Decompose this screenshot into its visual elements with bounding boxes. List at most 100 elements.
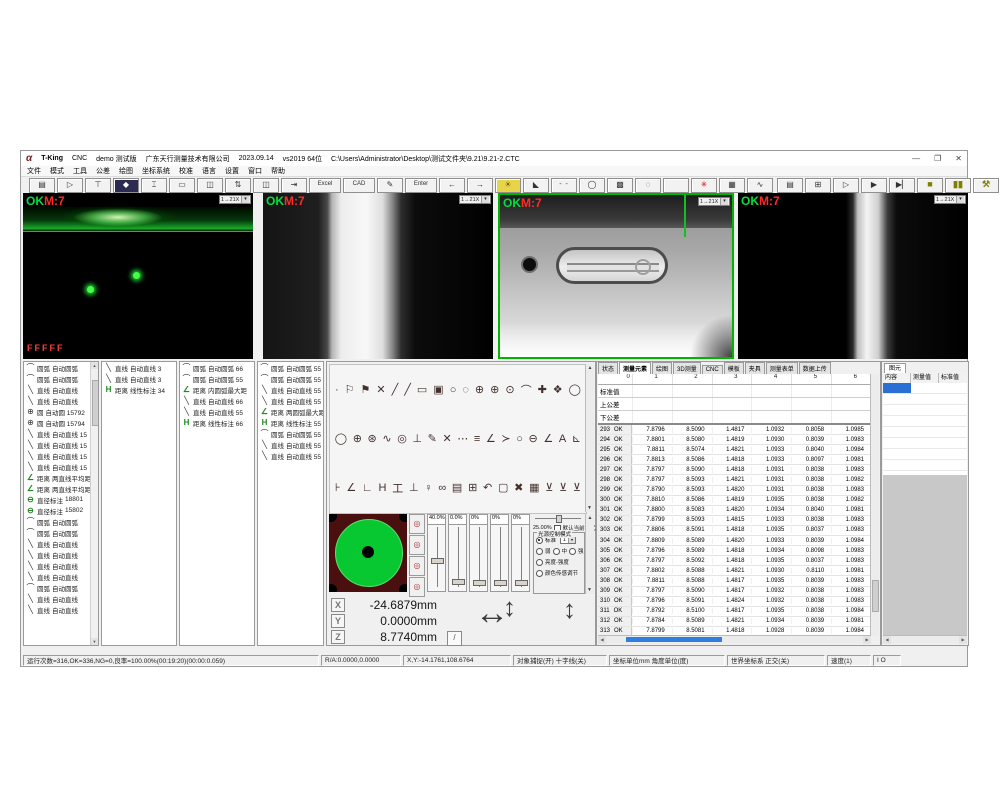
list-item[interactable]: ╲直线自动直线 <box>24 571 98 582</box>
slider-thumb[interactable] <box>515 580 528 586</box>
table-horizontal-scrollbar[interactable]: ◀ ▶ <box>598 635 871 644</box>
menu-item-4[interactable]: 绘图 <box>119 166 133 176</box>
list-item[interactable]: ╲直线自动直线 66 <box>180 395 254 406</box>
palette-tool-0-0[interactable]: · <box>335 384 339 396</box>
element-row[interactable] <box>883 438 967 449</box>
table-row[interactable]: 303OK7.88068.50911.48181.09350.80371.098… <box>598 526 871 536</box>
menu-item-9[interactable]: 窗口 <box>248 166 262 176</box>
table-row[interactable]: 300OK7.88108.50861.48191.09350.80381.098… <box>598 496 871 506</box>
slider-thumb[interactable] <box>431 558 444 564</box>
palette-tool-2-7[interactable]: ∞ <box>438 482 446 494</box>
list-item[interactable]: ╲直线自动直线 55 <box>180 406 254 417</box>
light-slider-1[interactable]: 0.0% <box>448 514 467 592</box>
palette-tool-1-8[interactable]: ⋯ <box>457 432 468 445</box>
camera4-zoom-select[interactable]: 1→21X▾ <box>934 195 966 204</box>
list-item[interactable]: ╲直线自动直线 15 <box>24 428 98 439</box>
palette-tool-0-12[interactable]: ⊙ <box>505 383 514 396</box>
menu-item-2[interactable]: 工具 <box>73 166 87 176</box>
palette-tool-2-6[interactable]: ♀ <box>424 482 432 494</box>
palette-tool-2-13[interactable]: ▦ <box>529 481 539 494</box>
list-scrollbar[interactable]: ▲▼ <box>90 362 98 645</box>
palette-tool-1-1[interactable]: ⊕ <box>353 432 362 445</box>
toolbar-lightbulb-button[interactable]: ☀ <box>495 178 521 193</box>
palette-tool-1-11[interactable]: ≻ <box>501 432 510 445</box>
scroll-right-icon[interactable]: ▶ <box>959 636 967 644</box>
palette-tool-2-14[interactable]: ⊻ <box>545 481 553 494</box>
radio-brightness[interactable] <box>536 559 543 566</box>
element-row[interactable] <box>883 449 967 460</box>
chevron-down-icon[interactable]: ▾ <box>481 196 489 203</box>
toolbar-tool-c-button[interactable]: ◫ <box>253 178 279 193</box>
menu-item-8[interactable]: 设置 <box>225 166 239 176</box>
toolbar-probe-button[interactable]: ◆ <box>113 178 139 193</box>
table-row[interactable]: 311OK7.87928.51001.48171.09350.80381.098… <box>598 607 871 617</box>
light-slider-4[interactable]: 0% <box>511 514 530 592</box>
list-item[interactable]: ∠距离两圆弧最大距 <box>258 406 323 417</box>
table-tab-6[interactable]: 夹具 <box>745 362 765 374</box>
list-item[interactable]: ╲直线自动直线 55 <box>258 384 323 395</box>
palette-tool-1-10[interactable]: ∠ <box>486 432 496 445</box>
palette-tool-1-4[interactable]: ◎ <box>397 432 407 445</box>
palette-tool-2-0[interactable]: ⊦ <box>335 481 341 494</box>
maximize-button[interactable]: ❐ <box>934 154 941 163</box>
toolbar-chart-button[interactable]: ∿ <box>747 178 773 193</box>
palette-tool-2-3[interactable]: Η <box>379 482 387 494</box>
list-item[interactable]: ⊖直径标注15802 <box>24 505 98 516</box>
chevron-down-icon[interactable]: ▾ <box>241 196 249 203</box>
list-item[interactable]: ⊕圆自动圆 15794 <box>24 417 98 428</box>
list-item[interactable]: Η距离线性标注 55 <box>258 417 323 428</box>
toolbar-dither-button[interactable]: ▩ <box>607 178 633 193</box>
table-row[interactable]: 294OK7.88018.50801.48191.09300.80391.098… <box>598 435 871 445</box>
list-item[interactable]: ⌒圆弧自动圆弧 <box>24 373 98 384</box>
slider-thumb[interactable] <box>494 580 507 586</box>
scroll-right-icon[interactable]: ▶ <box>863 636 871 644</box>
palette-tool-2-2[interactable]: ∟ <box>362 482 373 494</box>
camera1-zoom-select[interactable]: 1→21X▾ <box>219 195 251 204</box>
list-item[interactable]: ⌒圆弧自动圆弧 55 <box>180 373 254 384</box>
toolbar-star-button[interactable]: ✳ <box>691 178 717 193</box>
chevron-down-icon[interactable]: ▾ <box>956 196 964 203</box>
palette-tool-2-9[interactable]: ⊞ <box>468 481 477 494</box>
list-item[interactable]: ⊕圆自动圆 15792 <box>24 406 98 417</box>
menu-item-6[interactable]: 校准 <box>179 166 193 176</box>
table-tab-3[interactable]: 3D测量 <box>673 362 701 374</box>
palette-tool-0-11[interactable]: ⊕ <box>490 383 499 396</box>
list-item[interactable]: ╲直线自动直线 <box>24 538 98 549</box>
list-item[interactable]: ╲直线自动直线 3 <box>102 362 176 373</box>
scroll-left-icon[interactable]: ◀ <box>883 636 891 644</box>
radio-strong[interactable] <box>569 548 576 555</box>
palette-tool-2-4[interactable]: 工 <box>392 480 403 496</box>
toolbar-blank-button[interactable] <box>663 178 689 193</box>
table-row[interactable]: 299OK7.87908.50931.48201.09310.80381.098… <box>598 486 871 496</box>
menu-item-0[interactable]: 文件 <box>27 166 41 176</box>
toolbar-magnifier-button[interactable]: ◯ <box>579 178 605 193</box>
toolbar-move-button[interactable]: ⇥ <box>281 178 307 193</box>
table-vertical-scrollbar[interactable] <box>870 374 879 636</box>
toolbar-edge-button[interactable]: ⌶ <box>141 178 167 193</box>
toolbar-folder-button[interactable]: ▷ <box>833 178 859 193</box>
toolbar-tsquare-button[interactable]: ⊤ <box>85 178 111 193</box>
radio-weak[interactable] <box>536 548 543 555</box>
palette-tool-1-14[interactable]: ∠ <box>543 432 553 445</box>
palette-tool-0-7[interactable]: ▣ <box>433 383 443 396</box>
table-row[interactable]: 307OK7.88028.50881.48211.09300.81101.098… <box>598 566 871 576</box>
light-slider-3[interactable]: 0% <box>490 514 509 592</box>
list-item[interactable]: ╲直线自动直线 <box>24 549 98 560</box>
list-item[interactable]: ⊖直径标注18801 <box>24 494 98 505</box>
element-row[interactable] <box>883 416 967 427</box>
palette-tool-1-6[interactable]: ✎ <box>428 432 437 445</box>
ring-segment-button-1[interactable]: ◎ <box>409 514 425 534</box>
palette-tool-1-2[interactable]: ⊛ <box>368 432 377 445</box>
table-row[interactable]: 293OK7.87968.50901.48171.09320.80581.098… <box>598 425 871 435</box>
list-item[interactable]: ╲直线自动直线 <box>24 395 98 406</box>
list-item[interactable]: ╲直线自动直线 <box>24 560 98 571</box>
palette-tool-2-1[interactable]: ∠ <box>346 481 356 494</box>
palette-tool-0-10[interactable]: ⊕ <box>475 383 484 396</box>
table-row[interactable]: 295OK7.88118.50741.48211.09330.80401.098… <box>598 445 871 455</box>
slider-thumb[interactable] <box>452 579 465 585</box>
list-item[interactable]: ╲直线自动直线 <box>24 604 98 615</box>
table-row[interactable]: 308OK7.88118.50881.48171.09350.80391.098… <box>598 576 871 586</box>
menu-item-5[interactable]: 坐标系统 <box>142 166 170 176</box>
menu-item-3[interactable]: 公差 <box>96 166 110 176</box>
table-row[interactable]: 297OK7.87978.50901.48181.09310.80381.098… <box>598 465 871 475</box>
